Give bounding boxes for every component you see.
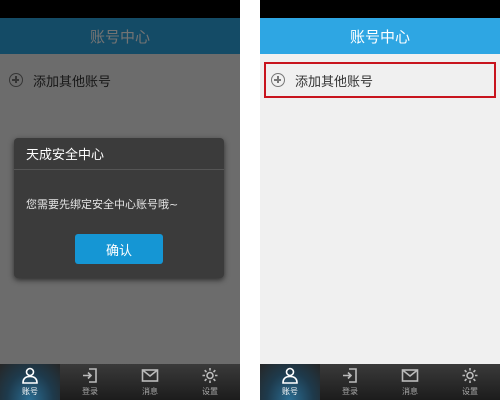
login-icon (343, 368, 357, 383)
plus-circle-icon (271, 73, 285, 87)
tab-settings[interactable]: 设置 (180, 364, 240, 400)
tab-label: 登录 (82, 387, 98, 396)
dialog-message: 您需要先绑定安全中心账号哦~ (26, 198, 179, 211)
tab-messages[interactable]: 消息 (120, 364, 180, 400)
page-title: 账号中心 (349, 27, 410, 46)
tab-settings[interactable]: 设置 (440, 364, 500, 400)
mail-icon (401, 369, 419, 382)
add-account-row[interactable]: 添加其他账号 (264, 62, 496, 98)
tab-label: 设置 (202, 387, 218, 396)
gear-icon (202, 368, 218, 383)
add-account-label: 添加其他账号 (295, 74, 374, 90)
tab-label: 消息 (402, 387, 418, 396)
dialog-title: 天成安全中心 (26, 147, 105, 163)
bottom-tab-bar: 账号 登录 消息 设置 (0, 364, 240, 400)
tab-label: 登录 (342, 387, 358, 396)
user-icon (282, 367, 298, 384)
tab-account[interactable]: 账号 (260, 364, 320, 400)
login-icon (83, 368, 97, 383)
phone-screen-with-dialog: 账号中心 添加其他账号 账号 登录 消息 设置 天成安全中心 您需要先绑定安全中… (0, 0, 240, 400)
tab-account[interactable]: 账号 (0, 364, 60, 400)
dialog-divider (14, 169, 224, 170)
tab-label: 账号 (22, 387, 38, 396)
title-bar: 账号中心 (260, 18, 500, 54)
status-bar (0, 0, 240, 18)
bottom-tab-bar: 账号 登录 消息 设置 (260, 364, 500, 400)
tab-messages[interactable]: 消息 (380, 364, 440, 400)
tab-login[interactable]: 登录 (60, 364, 120, 400)
content-area: 添加其他账号 (260, 54, 500, 364)
tab-label: 设置 (462, 387, 478, 396)
confirm-button[interactable]: 确认 (75, 234, 163, 264)
gear-icon (462, 368, 478, 383)
tab-label: 账号 (282, 387, 298, 396)
user-icon (22, 367, 38, 384)
tab-label: 消息 (142, 387, 158, 396)
tab-login[interactable]: 登录 (320, 364, 380, 400)
security-dialog: 天成安全中心 您需要先绑定安全中心账号哦~ 确认 (14, 138, 224, 278)
phone-screen-account-center: 账号中心 添加其他账号 账号 登录 消息 设置 (260, 0, 500, 400)
mail-icon (141, 369, 159, 382)
status-bar (260, 0, 500, 18)
